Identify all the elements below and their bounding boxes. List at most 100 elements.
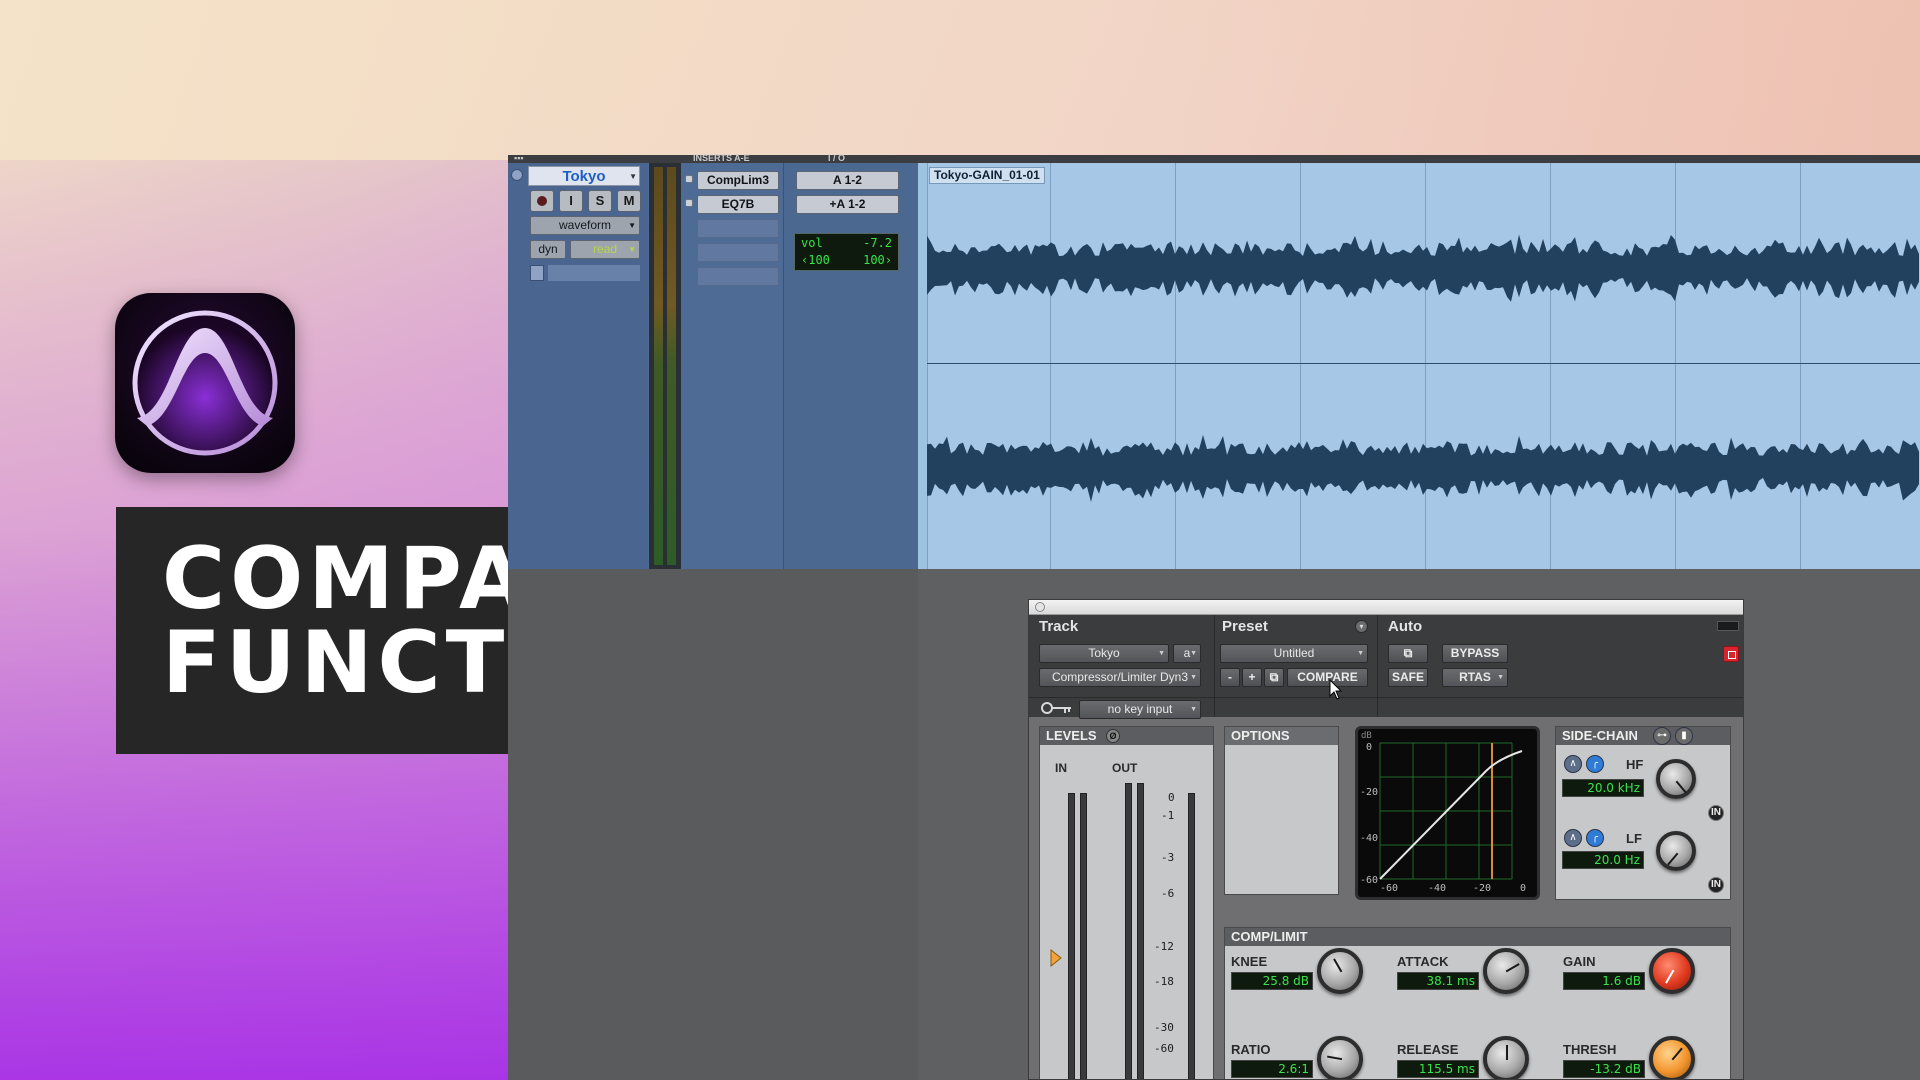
plugin-record-icon[interactable] [1723,646,1739,662]
release-readout[interactable]: 115.5 ms [1397,1060,1479,1078]
ratio-knob[interactable] [1317,1036,1363,1079]
preset-next-button[interactable]: + [1242,668,1262,687]
audio-region[interactable]: Tokyo-GAIN_01-01 [927,163,1920,569]
track-name[interactable]: Tokyo [528,166,640,187]
dyn-button[interactable]: dyn [530,240,566,259]
output-select[interactable]: +A 1-2 [796,195,899,214]
compare-button[interactable]: COMPARE [1287,668,1368,687]
lf-filter-enable-icon[interactable]: ∧ [1564,829,1582,847]
release-label: RELEASE [1397,1042,1459,1057]
grid-line [1550,163,1551,569]
threshold-marker-icon[interactable] [1050,949,1062,967]
options-panel: OPTIONS [1224,726,1339,895]
input-select[interactable]: A 1-2 [796,171,899,190]
knee-label: KNEE [1231,954,1268,969]
header-divider [1214,615,1215,717]
out-label: OUT [1112,761,1138,775]
levels-lock-icon[interactable]: Ø [1106,729,1120,743]
insert-eq7b[interactable]: EQ7B [697,195,779,214]
knee-knob[interactable] [1317,948,1363,994]
io-header: I / O [828,153,846,163]
thresh-readout[interactable]: -13.2 dB [1563,1060,1645,1078]
preset-previous-button[interactable]: - [1220,668,1240,687]
level-tick: -30 [1154,1021,1174,1034]
side-chain-panel: SIDE-CHAIN ⊶ ▮ ∧ ╭ HF 20.0 kHz IN ∧ ╭ LF… [1555,726,1731,900]
track-comment-icon[interactable] [530,265,544,281]
insert-empty-slot[interactable] [697,219,779,238]
pro-tools-logo [115,293,295,473]
hf-in-button[interactable]: IN [1708,805,1724,821]
hf-filter-type-icon[interactable]: ╭ [1586,755,1604,773]
lf-in-button[interactable]: IN [1708,877,1724,893]
track-meter [649,163,681,569]
hf-knob[interactable] [1656,759,1696,799]
insert-empty-slot[interactable] [697,243,779,262]
ratio-readout[interactable]: 2.6:1 [1231,1060,1313,1078]
graph-y-tick: -60 [1360,875,1379,886]
track-select[interactable]: Tokyo [1039,644,1169,663]
rtas-select[interactable]: RTAS [1442,668,1508,687]
plugin-titlebar[interactable] [1029,600,1743,615]
insert-bypass-dot[interactable] [685,175,693,183]
solo-button[interactable]: S [588,190,612,212]
meter-left [654,167,663,565]
hf-filter-enable-icon[interactable]: ∧ [1564,755,1582,773]
plugin-window-pill[interactable] [1717,621,1739,631]
preset-select[interactable]: Untitled [1220,644,1368,663]
record-button[interactable] [530,190,554,212]
input-meter-left [1068,793,1075,1079]
grid-line [1050,163,1051,569]
graph-x-tick: -20 [1473,883,1492,894]
safe-button[interactable]: SAFE [1388,668,1428,687]
automation-icon[interactable]: ⧉ [1388,644,1428,663]
channel-divider [927,363,1920,364]
preset-menu-icon[interactable]: ▾ [1355,620,1368,633]
copy-settings-icon[interactable]: ⧉ [1264,668,1284,687]
options-header: OPTIONS [1225,727,1338,745]
key-icon [1041,702,1071,714]
vol-value: -7.2 [863,236,892,250]
key-input-select[interactable]: no key input [1079,700,1201,719]
header-divider-line [1029,697,1743,698]
bypass-button[interactable]: BYPASS [1442,644,1508,663]
mute-button[interactable]: M [617,190,641,212]
inserts-column: CompLim3 EQ7B [681,163,783,569]
region-name[interactable]: Tokyo-GAIN_01-01 [929,167,1045,184]
menu-dots[interactable]: ▪▪▪ [514,153,524,163]
input-meter-right [1080,793,1087,1079]
vol-label: vol [801,236,823,250]
side-chain-listen-icon[interactable]: ▮ [1675,727,1693,745]
insert-bypass-dot[interactable] [685,199,693,207]
pan-right: 100› [863,253,892,267]
output-meter-right [1137,783,1144,1079]
insert-empty-slot[interactable] [697,267,779,286]
thresh-knob[interactable] [1649,1036,1695,1079]
pan-left: ‹100 [801,253,830,267]
auto-header: Auto [1388,618,1423,635]
gain-knob[interactable] [1649,948,1695,994]
track-view-select[interactable]: waveform [530,216,640,235]
insert-complim3[interactable]: CompLim3 [697,171,779,190]
lf-knob[interactable] [1656,831,1696,871]
knee-readout[interactable]: 25.8 dB [1231,972,1313,990]
automation-mode-select[interactable]: read [570,240,640,259]
side-chain-title: SIDE-CHAIN [1562,728,1638,743]
release-knob[interactable] [1483,1036,1529,1079]
plugin-select[interactable]: Compressor/Limiter Dyn3 [1039,668,1201,687]
input-monitor-button[interactable]: I [559,190,583,212]
channel-select[interactable]: a [1173,644,1201,663]
header-divider [1377,615,1378,717]
attack-knob[interactable] [1483,948,1529,994]
volume-pan-display[interactable]: vol -7.2 ‹100 100› [794,233,899,271]
track-extra-slot [548,265,640,281]
lf-readout[interactable]: 20.0 Hz [1562,851,1644,869]
lf-filter-type-icon[interactable]: ╭ [1586,829,1604,847]
attack-readout[interactable]: 38.1 ms [1397,972,1479,990]
thresh-label: THRESH [1563,1042,1617,1057]
side-chain-key-icon[interactable]: ⊶ [1653,727,1671,745]
plugin-close-button[interactable] [1035,602,1045,612]
hf-readout[interactable]: 20.0 kHz [1562,779,1644,797]
gain-readout[interactable]: 1.6 dB [1563,972,1645,990]
track-select-icon[interactable] [511,169,523,181]
graph-y-tick: 0 [1366,742,1373,753]
